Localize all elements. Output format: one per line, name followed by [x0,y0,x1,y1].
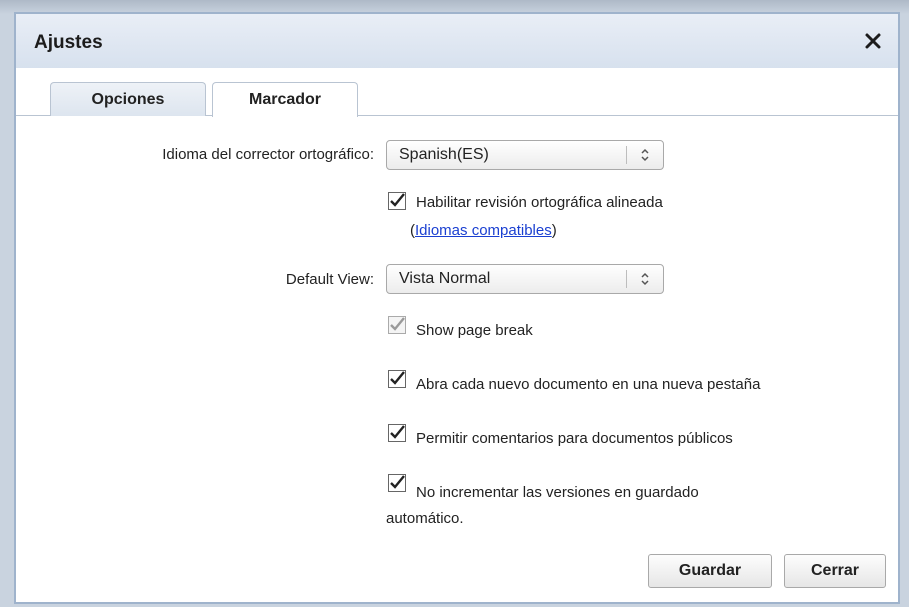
new-tab-checkbox[interactable] [388,370,406,388]
show-page-break-checkbox[interactable] [388,316,406,334]
updown-arrows-icon [639,271,651,292]
no-increment-versions-label: No incrementar las versiones en guardado [416,484,699,501]
new-tab-label: Abra cada nuevo documento en una nueva p… [416,376,761,393]
spell-language-label: Idioma del corrector ortográfico: [162,146,374,163]
tab-marcador[interactable]: Marcador [212,82,358,117]
link-close-paren: ) [551,222,557,239]
show-page-break-label: Show page break [416,322,533,339]
no-increment-versions-label-cont: automático. [386,510,464,527]
settings-dialog: Ajustes Opciones Marcador Idioma del cor… [14,12,900,604]
inline-spellcheck-checkbox[interactable] [388,192,406,210]
default-view-value: Vista Normal [399,270,491,287]
inline-spellcheck-label: Habilitar revisión ortográfica alineada [416,194,663,211]
compatible-languages-link[interactable]: Idiomas compatibles [415,222,552,239]
close-button[interactable]: Cerrar [784,554,886,588]
spell-language-value: Spanish(ES) [399,146,489,163]
select-separator [626,146,627,164]
public-comments-label: Permitir comentarios para documentos púb… [416,430,733,447]
tab-bar: Opciones Marcador [16,68,898,117]
updown-arrows-icon [639,147,651,168]
close-icon[interactable] [862,30,884,52]
default-view-select[interactable]: Vista Normal [386,264,664,294]
tab-opciones[interactable]: Opciones [50,82,206,116]
spell-language-select[interactable]: Spanish(ES) [386,140,664,170]
public-comments-checkbox[interactable] [388,424,406,442]
select-separator [626,270,627,288]
compatible-languages-line: (Idiomas compatibles) [410,220,557,242]
default-view-label: Default View: [285,271,374,288]
save-button[interactable]: Guardar [648,554,772,588]
dialog-titlebar: Ajustes [16,14,898,68]
no-increment-versions-checkbox[interactable] [388,474,406,492]
dialog-title: Ajustes [34,32,103,53]
